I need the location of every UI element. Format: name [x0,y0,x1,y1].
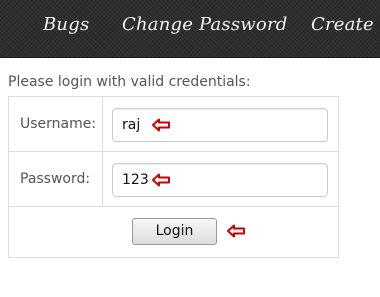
username-value: raj [122,117,141,133]
nav-item-bugs[interactable]: Bugs [43,14,89,35]
login-form: Username: raj Password: 123 Login [8,96,339,258]
username-label-cell: Username: [9,97,103,151]
nav-item-create[interactable]: Create [311,14,374,35]
login-button[interactable]: Login [132,218,217,245]
left-arrow-annotation-icon [152,118,170,132]
nav-item-change-password[interactable]: Change Password [122,14,287,35]
login-instructions: Please login with valid credentials: [8,74,251,90]
password-label-cell: Password: [9,152,103,206]
top-navbar: Bugs Change Password Create [0,0,380,58]
left-arrow-annotation-icon [227,224,245,238]
password-label: Password: [20,171,91,187]
left-arrow-annotation-icon [152,173,170,187]
submit-row: Login [9,207,338,258]
password-value: 123 [122,172,149,188]
password-input[interactable]: 123 [112,163,328,197]
username-input[interactable]: raj [112,108,328,142]
password-row: Password: 123 [9,152,338,207]
username-label: Username: [20,116,97,132]
username-row: Username: raj [9,97,338,152]
